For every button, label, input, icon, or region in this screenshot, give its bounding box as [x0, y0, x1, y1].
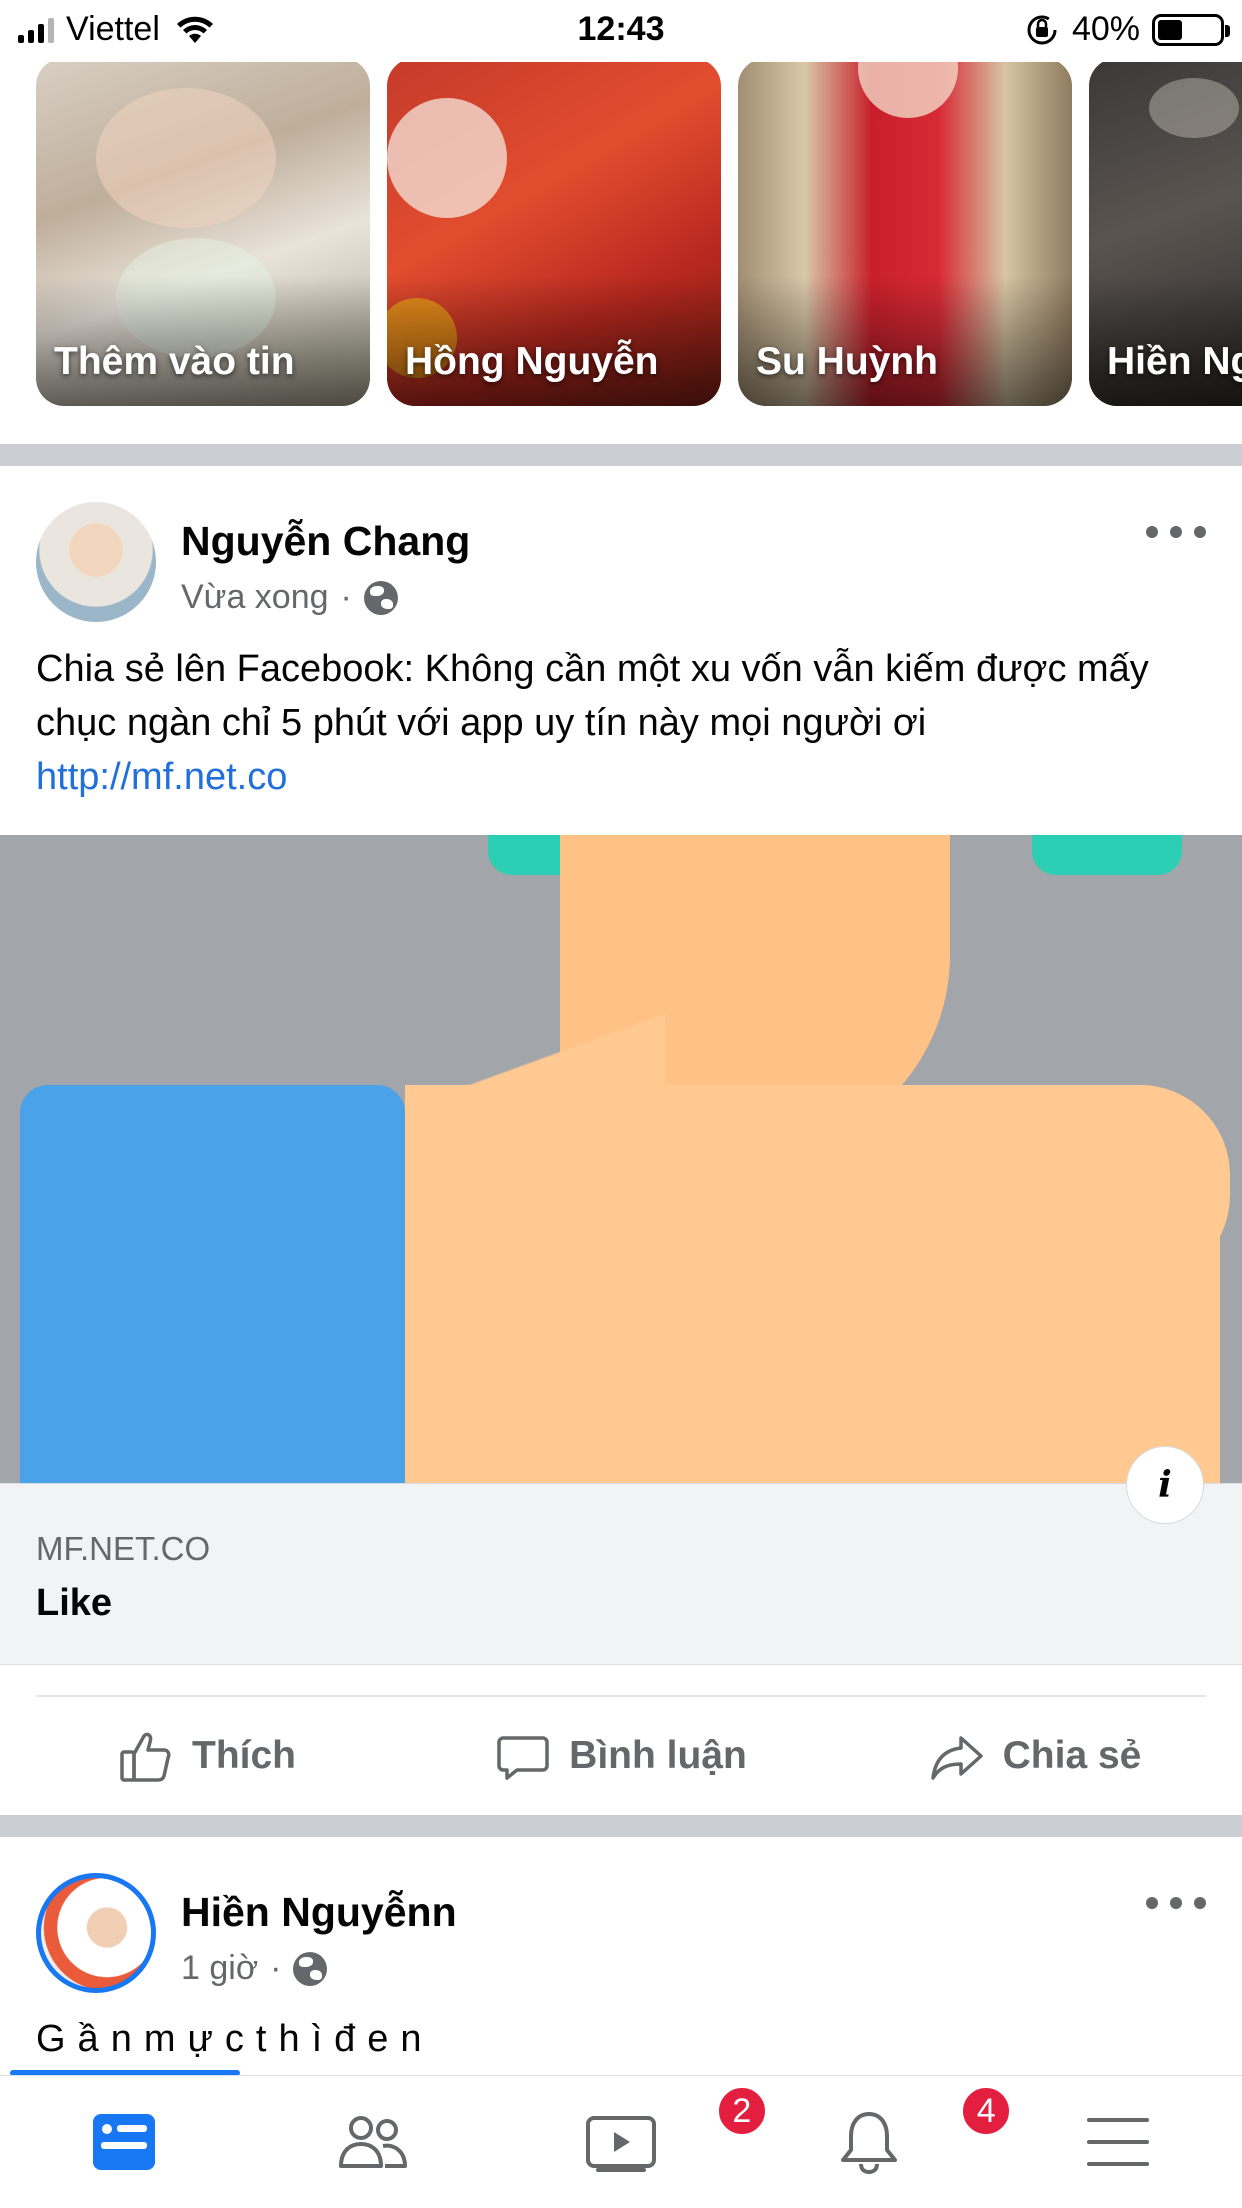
preview-title: Like	[36, 1582, 113, 1624]
dot-icon	[1146, 526, 1158, 538]
post-header: Nguyễn Chang Vừa xong ·	[0, 466, 1242, 622]
tab-watch[interactable]: 2	[497, 2076, 769, 2208]
story-card[interactable]: Su Huỳnh	[738, 62, 1072, 406]
tab-menu[interactable]	[994, 2076, 1242, 2208]
battery-percent: 40%	[1071, 10, 1140, 48]
meta-separator: ·	[340, 578, 352, 616]
avatar[interactable]	[36, 1873, 156, 1993]
news-feed-icon	[93, 2114, 156, 2170]
decor-shape	[1032, 835, 1182, 875]
story-label: Su Huỳnh	[756, 340, 938, 383]
post-actions: Thích Bình luận Chia sẻ	[0, 1700, 1242, 1812]
post-text: Gầnmựcthìđen	[36, 2018, 434, 2060]
share-icon	[930, 1736, 983, 1780]
like-label: Thích	[192, 1734, 296, 1777]
action-separator	[36, 1695, 1206, 1697]
comment-icon	[497, 1736, 549, 1780]
dot-icon	[1170, 1897, 1182, 1909]
orientation-lock-icon	[1027, 15, 1057, 44]
menu-icon	[1086, 2118, 1149, 2166]
bottom-nav: 2 4	[0, 2075, 1242, 2208]
avatar[interactable]	[36, 502, 156, 622]
post-time[interactable]: 1 giờ	[181, 1949, 258, 1988]
post-author[interactable]: Hiền Nguyễnn	[181, 1889, 457, 1936]
post-text: Chia sẻ lên Facebook: Không cần một xu v…	[36, 648, 1149, 744]
more-options-button[interactable]	[1146, 512, 1206, 552]
more-options-button[interactable]	[1146, 1883, 1206, 1923]
watch-icon	[586, 2116, 657, 2172]
section-divider	[0, 1815, 1242, 1837]
post-meta: 1 giờ ·	[181, 1949, 328, 1988]
post-link[interactable]: http://mf.net.co	[36, 750, 1216, 804]
share-label: Chia sẻ	[1002, 1734, 1142, 1777]
battery-icon	[1152, 13, 1230, 46]
dot-icon	[1146, 1897, 1158, 1909]
status-bar: Viettel 12:43 40%	[0, 0, 1242, 62]
story-card[interactable]: Hồng Nguyễn	[387, 62, 721, 406]
stories-tray[interactable]: Thêm vào tin Hồng Nguyễn Su Huỳnh Hiền N…	[0, 62, 1242, 444]
post-header: Hiền Nguyễnn 1 giờ ·	[0, 1837, 1242, 1993]
dot-icon	[1194, 526, 1206, 538]
like-button[interactable]: Thích	[0, 1700, 414, 1812]
like-icon	[120, 1732, 171, 1782]
tab-friends[interactable]	[248, 2076, 496, 2208]
cuff-shape	[20, 1085, 405, 1483]
globe-icon	[363, 580, 398, 615]
comment-label: Bình luận	[569, 1734, 747, 1777]
link-preview-meta[interactable]: MF.NET.CO Like	[0, 1483, 1242, 1665]
tab-notifications[interactable]: 4	[745, 2076, 1014, 2208]
story-label: Thêm vào tin	[54, 340, 295, 383]
story-card-add[interactable]: Thêm vào tin	[36, 62, 370, 406]
dot-icon	[1194, 1897, 1206, 1909]
info-button[interactable]: i	[1126, 1446, 1204, 1524]
link-preview-image[interactable]	[0, 835, 1242, 1483]
post-body: Chia sẻ lên Facebook: Không cần một xu v…	[36, 642, 1216, 804]
globe-icon	[293, 1951, 328, 1986]
friends-icon	[338, 2116, 407, 2168]
status-right: 40%	[1026, 10, 1230, 49]
story-label: Hồng Nguyễn	[405, 340, 659, 383]
post-author[interactable]: Nguyễn Chang	[181, 518, 470, 565]
tab-news-feed[interactable]	[0, 2076, 248, 2208]
battery-level	[1158, 19, 1182, 40]
share-button[interactable]: Chia sẻ	[828, 1700, 1242, 1812]
story-card[interactable]: Hiền Ng	[1089, 62, 1242, 406]
meta-separator: ·	[270, 1949, 282, 1987]
post-meta: Vừa xong ·	[181, 578, 398, 617]
comment-button[interactable]: Bình luận	[414, 1700, 828, 1812]
thumb-shape	[1080, 1275, 1220, 1475]
dot-icon	[1170, 526, 1182, 538]
preview-domain: MF.NET.CO	[36, 1530, 211, 1567]
story-label: Hiền Ng	[1107, 340, 1242, 383]
section-divider	[0, 444, 1242, 466]
post-time[interactable]: Vừa xong	[181, 578, 329, 617]
bell-icon	[841, 2112, 898, 2175]
